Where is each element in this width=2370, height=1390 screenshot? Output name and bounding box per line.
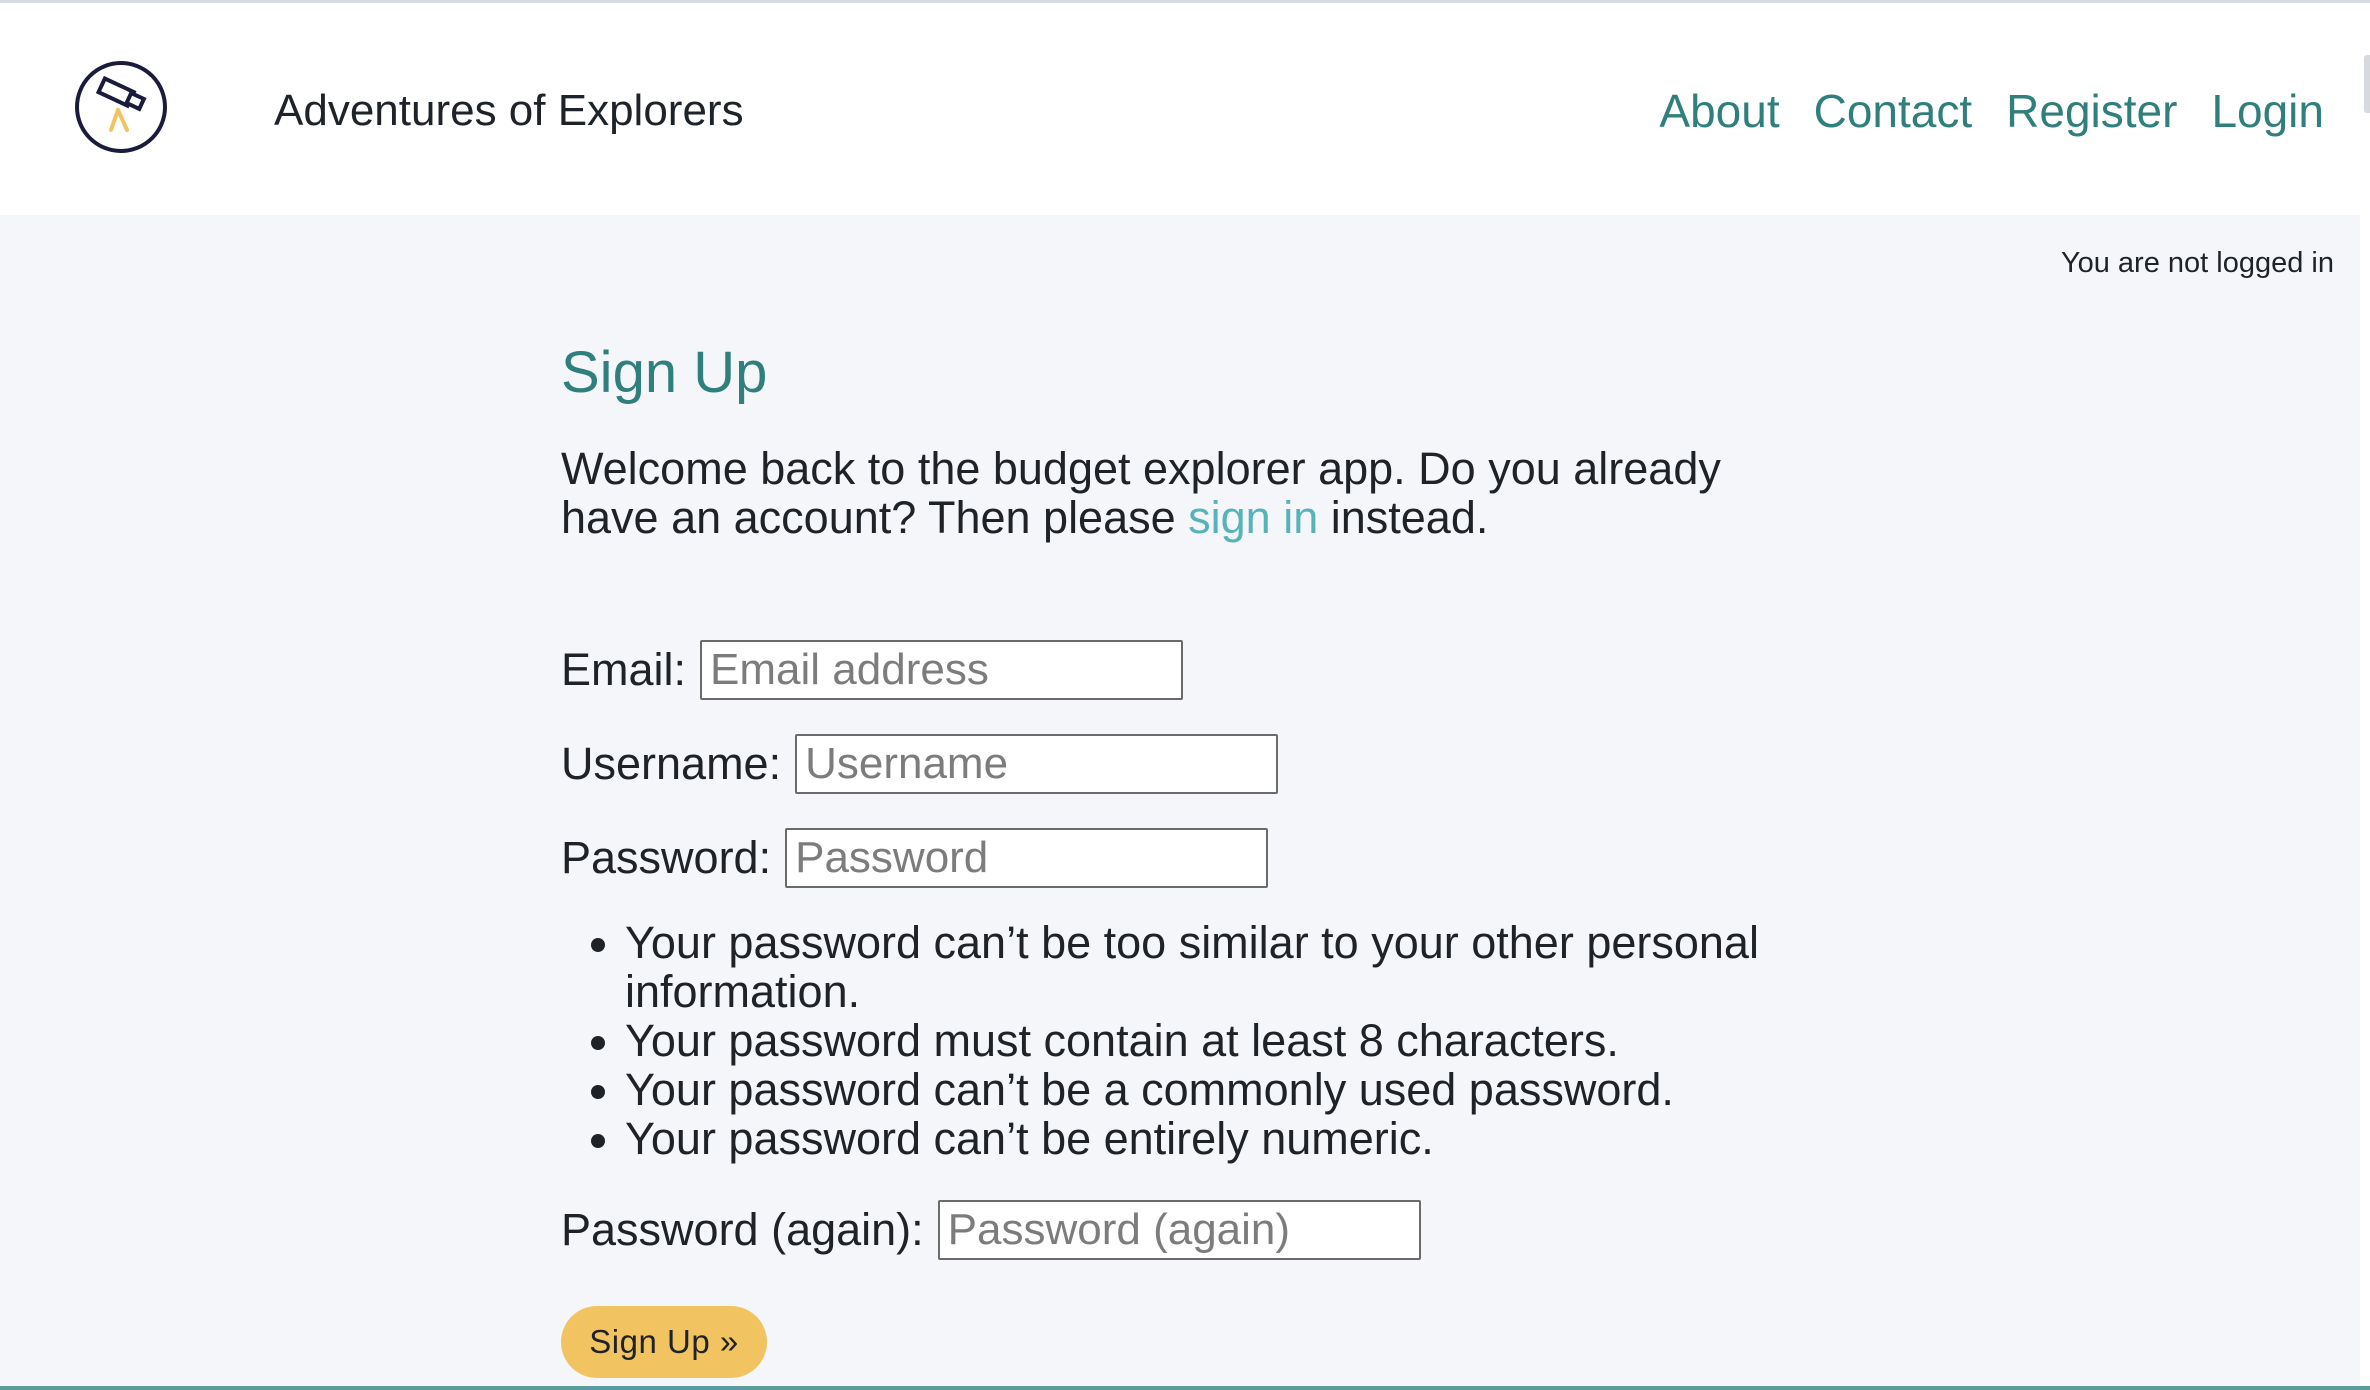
username-label: Username:	[561, 738, 782, 789]
username-field[interactable]	[795, 734, 1279, 794]
password-label: Password:	[561, 832, 772, 883]
password-rule: Your password must contain at least 8 ch…	[625, 1016, 1875, 1065]
nav-contact-link[interactable]: Contact	[1814, 85, 1973, 137]
sign-in-link[interactable]: sign in	[1188, 492, 1318, 543]
email-field[interactable]	[700, 640, 1184, 700]
email-label: Email:	[561, 644, 687, 695]
password-again-row: Password (again):	[561, 1200, 1421, 1260]
nav-login-link[interactable]: Login	[2211, 85, 2324, 137]
scrollbar-thumb[interactable]	[2364, 55, 2370, 113]
telescope-icon[interactable]	[74, 60, 168, 154]
bottom-border	[0, 1386, 2370, 1390]
sign-up-button[interactable]: Sign Up »	[561, 1306, 767, 1378]
intro-text-after: instead.	[1318, 492, 1489, 543]
brand-title[interactable]: Adventures of Explorers	[274, 85, 744, 137]
password-rules-list: Your password can’t be too similar to yo…	[561, 918, 1875, 1163]
username-row: Username:	[561, 734, 1279, 794]
main-nav: About Contact Register Login	[1659, 85, 2324, 137]
scrollbar-track[interactable]	[2360, 3, 2370, 1390]
page-title: Sign Up	[561, 340, 768, 405]
password-row: Password:	[561, 828, 1269, 888]
login-status: You are not logged in	[2060, 247, 2334, 279]
password-field[interactable]	[785, 828, 1269, 888]
password-rule: Your password can’t be a commonly used p…	[625, 1065, 1875, 1114]
nav-about-link[interactable]: About	[1659, 85, 1779, 137]
password-again-label: Password (again):	[561, 1204, 924, 1255]
email-row: Email:	[561, 640, 1184, 700]
password-again-field[interactable]	[937, 1200, 1421, 1260]
nav-register-link[interactable]: Register	[2006, 85, 2177, 137]
signup-section: Sign Up Welcome back to the budget explo…	[561, 338, 1811, 1378]
password-rule: Your password can’t be entirely numeric.	[625, 1114, 1875, 1163]
intro-text-before: Welcome back to the budget explorer app.…	[561, 443, 1721, 543]
intro-text: Welcome back to the budget explorer app.…	[561, 444, 1811, 542]
site-header: Adventures of Explorers About Contact Re…	[0, 3, 2370, 215]
password-rule: Your password can’t be too similar to yo…	[625, 918, 1875, 1016]
